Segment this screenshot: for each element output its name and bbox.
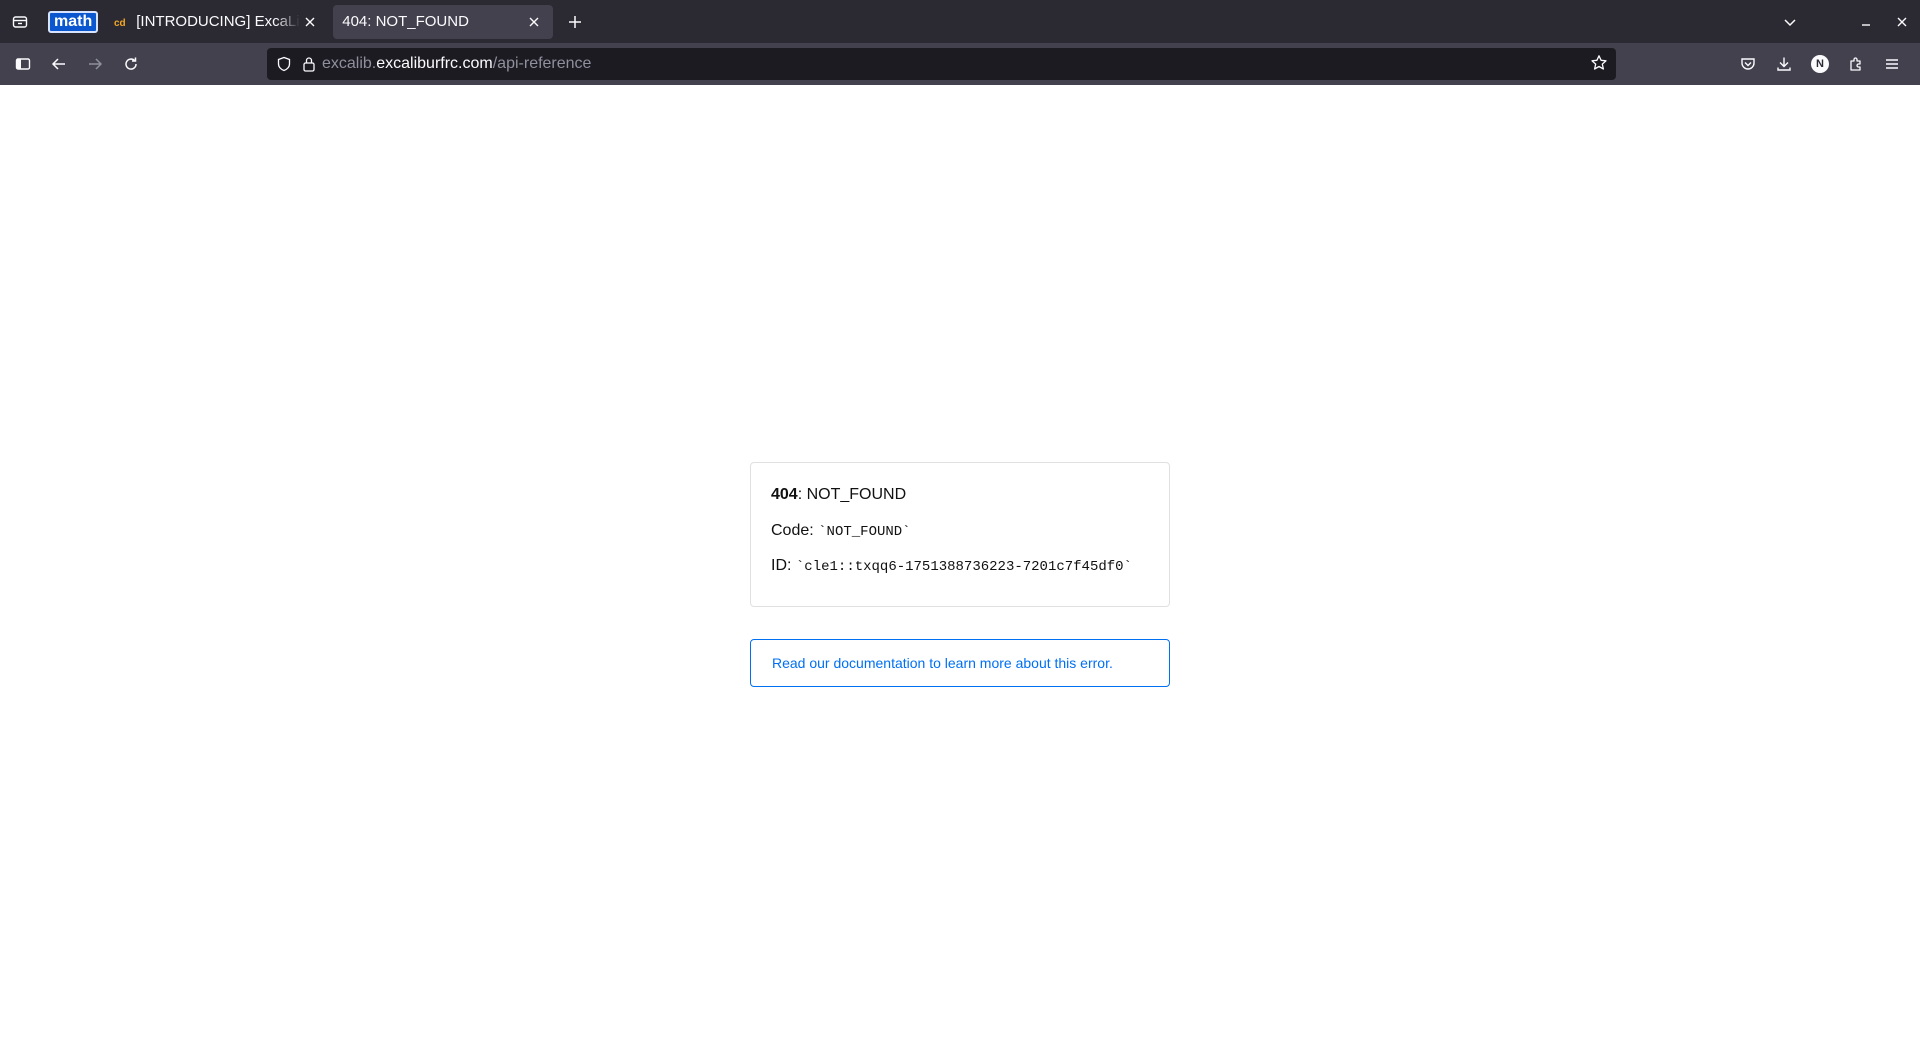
- extensions-button[interactable]: [1838, 46, 1874, 82]
- toolbar-right: N: [1730, 46, 1910, 82]
- error-code: 404: [771, 486, 798, 503]
- firefox-view-icon: [12, 15, 28, 28]
- url-domain: excaliburfrc.com: [376, 55, 493, 72]
- window-controls: [1772, 0, 1920, 43]
- excalib-favicon-icon: cd: [113, 14, 129, 30]
- documentation-link[interactable]: Read our documentation to learn more abo…: [772, 655, 1113, 671]
- list-all-tabs-button[interactable]: [1772, 0, 1808, 43]
- error-card: 404: NOT_FOUND Code: `NOT_FOUND` ID: `cl…: [750, 462, 1170, 607]
- bookmark-star-icon[interactable]: [1590, 54, 1608, 77]
- pinned-tab-math[interactable]: math: [48, 9, 99, 35]
- pinned-tab-label: math: [48, 10, 99, 33]
- code-label: Code:: [771, 522, 814, 539]
- tab-excalib-intro[interactable]: cd [INTRODUCING] ExcaLib: [104, 5, 329, 39]
- url-path: /api-reference: [492, 55, 592, 72]
- plus-icon: [569, 15, 582, 28]
- pocket-button[interactable]: [1730, 46, 1766, 82]
- tab-title: [INTRODUCING] ExcaLib: [136, 13, 301, 30]
- chevron-down-icon: [1784, 18, 1796, 26]
- downloads-button[interactable]: [1766, 46, 1802, 82]
- error-code-line: Code: `NOT_FOUND`: [771, 521, 1149, 542]
- sidebar-toggle-button[interactable]: [5, 46, 41, 82]
- forward-button[interactable]: [77, 46, 113, 82]
- minimize-icon: [1862, 23, 1870, 26]
- back-button[interactable]: [41, 46, 77, 82]
- close-tab-icon[interactable]: [300, 12, 320, 32]
- arrow-left-icon: [51, 58, 65, 70]
- close-icon: [1897, 17, 1907, 26]
- id-label: ID:: [771, 557, 792, 574]
- page-title: 404: NOT_FOUND: [771, 486, 907, 503]
- hamburger-menu-icon: [1886, 59, 1898, 69]
- code-value: `NOT_FOUND`: [818, 524, 911, 540]
- firefox-view-button[interactable]: [0, 0, 40, 43]
- puzzle-icon: [1850, 57, 1861, 71]
- tab-strip: math cd [INTRODUCING] ExcaLib 404: NOT_F…: [0, 0, 1920, 43]
- new-tab-button[interactable]: [557, 5, 593, 39]
- id-value: `cle1::txqq6-1751388736223-7201c7f45df0`: [795, 559, 1132, 575]
- account-button[interactable]: N: [1802, 46, 1838, 82]
- close-tab-icon[interactable]: [524, 12, 544, 32]
- close-window-button[interactable]: [1884, 0, 1920, 43]
- svg-text:cd: cd: [114, 18, 126, 29]
- minimize-button[interactable]: [1848, 0, 1884, 43]
- error-id-line: ID: `cle1::txqq6-1751388736223-7201c7f45…: [771, 556, 1149, 577]
- sidebar-icon: [15, 58, 31, 70]
- reload-button[interactable]: [113, 46, 149, 82]
- avatar: N: [1811, 55, 1829, 73]
- tracking-protection-icon[interactable]: [276, 56, 292, 72]
- download-icon: [1777, 57, 1791, 71]
- url-text[interactable]: excalib.excaliburfrc.com/api-reference: [322, 55, 591, 73]
- navigation-toolbar: excalib.excaliburfrc.com/api-reference N: [0, 43, 1920, 85]
- lock-icon[interactable]: [302, 56, 316, 72]
- tab-title: 404: NOT_FOUND: [342, 13, 469, 30]
- arrow-right-icon: [89, 58, 103, 70]
- url-subdomain: excalib.: [322, 55, 377, 72]
- reload-icon: [125, 57, 137, 70]
- address-bar[interactable]: excalib.excaliburfrc.com/api-reference: [267, 48, 1616, 80]
- documentation-box: Read our documentation to learn more abo…: [750, 639, 1170, 687]
- tab-404-not-found[interactable]: 404: NOT_FOUND: [333, 4, 554, 39]
- app-menu-button[interactable]: [1874, 46, 1910, 82]
- error-title: NOT_FOUND: [806, 486, 907, 503]
- pocket-icon: [1741, 58, 1755, 70]
